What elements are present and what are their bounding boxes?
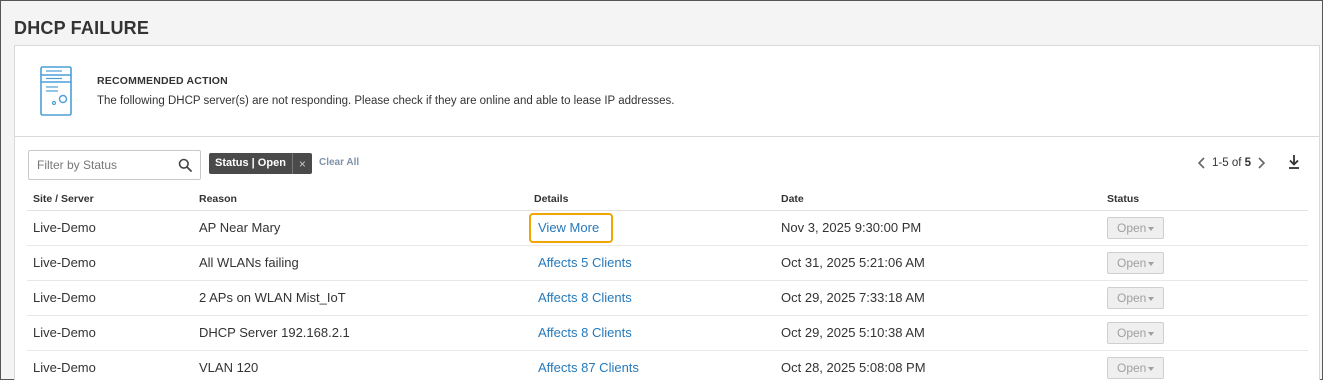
affected-clients-link[interactable]: Affects 87 Clients	[538, 360, 639, 375]
column-header-details[interactable]: Details	[534, 193, 568, 205]
caret-down-icon	[1148, 332, 1154, 336]
recommended-action-box: RECOMMENDED ACTION The following DHCP se…	[15, 46, 1319, 137]
status-filter-chip-label: Status | Open	[215, 157, 286, 169]
clear-all-link[interactable]: Clear All	[319, 157, 359, 168]
focus-highlight	[529, 213, 613, 243]
recommended-action-text: The following DHCP server(s) are not res…	[97, 95, 675, 107]
pagination-of: of	[1231, 157, 1242, 169]
table-row: Live-Demo VLAN 120 Affects 87 Clients Oc…	[27, 351, 1308, 380]
status-dropdown[interactable]: Open	[1107, 252, 1164, 274]
caret-down-icon	[1148, 297, 1154, 301]
status-dropdown[interactable]: Open	[1107, 217, 1164, 239]
status-dropdown-label: Open	[1117, 361, 1147, 375]
download-icon[interactable]	[1287, 154, 1301, 170]
column-header-site[interactable]: Site / Server	[33, 193, 94, 205]
status-dropdown-label: Open	[1117, 221, 1147, 235]
chevron-left-icon[interactable]	[1196, 156, 1208, 170]
pagination-text: 1-5 of 5	[1212, 157, 1251, 169]
table-row: Live-Demo DHCP Server 192.168.2.1 Affect…	[27, 316, 1308, 351]
server-icon	[40, 66, 72, 116]
table-row: Live-Demo 2 APs on WLAN Mist_IoT Affects…	[27, 281, 1308, 316]
cell-site: Live-Demo	[33, 325, 96, 340]
cell-site: Live-Demo	[33, 360, 96, 375]
pagination-total: 5	[1244, 157, 1252, 169]
search-icon[interactable]	[178, 158, 192, 172]
view-more-link[interactable]: View More	[529, 213, 613, 243]
caret-down-icon	[1148, 367, 1154, 371]
status-dropdown[interactable]: Open	[1107, 322, 1164, 344]
recommended-action-heading: RECOMMENDED ACTION	[97, 75, 228, 87]
cell-date: Oct 28, 2025 5:08:08 PM	[781, 360, 926, 375]
cell-site: Live-Demo	[33, 290, 96, 305]
column-header-reason[interactable]: Reason	[199, 193, 237, 205]
status-dropdown-label: Open	[1117, 256, 1147, 270]
main-panel: RECOMMENDED ACTION The following DHCP se…	[14, 45, 1320, 380]
cell-reason: All WLANs failing	[199, 255, 299, 270]
table-row: Live-Demo All WLANs failing Affects 5 Cl…	[27, 246, 1308, 281]
filter-by-status-field[interactable]	[28, 150, 201, 180]
cell-reason: AP Near Mary	[199, 220, 281, 235]
remove-filter-button[interactable]: ×	[291, 153, 312, 174]
status-dropdown[interactable]: Open	[1107, 287, 1164, 309]
cell-date: Oct 31, 2025 5:21:06 AM	[781, 255, 925, 270]
column-header-status[interactable]: Status	[1107, 193, 1139, 205]
cell-reason: 2 APs on WLAN Mist_IoT	[199, 290, 346, 305]
cell-date: Oct 29, 2025 7:33:18 AM	[781, 290, 925, 305]
cell-site: Live-Demo	[33, 220, 96, 235]
status-dropdown-label: Open	[1117, 326, 1147, 340]
table-row: Live-Demo AP Near Mary View More Nov 3, …	[27, 211, 1308, 246]
column-header-date[interactable]: Date	[781, 193, 804, 205]
page-title: DHCP FAILURE	[14, 18, 150, 38]
caret-down-icon	[1148, 227, 1154, 231]
status-filter-chip: Status | Open ×	[209, 153, 312, 174]
chevron-right-icon[interactable]	[1255, 156, 1267, 170]
affected-clients-link[interactable]: Affects 8 Clients	[538, 290, 632, 305]
app-frame: DHCP FAILURE RECOMMENDED ACTION The foll…	[0, 0, 1323, 380]
cell-reason: DHCP Server 192.168.2.1	[199, 325, 350, 340]
cell-date: Oct 29, 2025 5:10:38 AM	[781, 325, 925, 340]
pagination-range: 1-5	[1212, 157, 1229, 169]
status-dropdown[interactable]: Open	[1107, 357, 1164, 379]
cell-site: Live-Demo	[33, 255, 96, 270]
cell-date: Nov 3, 2025 9:30:00 PM	[781, 220, 922, 235]
affected-clients-link[interactable]: Affects 8 Clients	[538, 325, 632, 340]
caret-down-icon	[1148, 262, 1154, 266]
pagination: 1-5 of 5	[1196, 155, 1267, 171]
affected-clients-link[interactable]: Affects 5 Clients	[538, 255, 632, 270]
cell-reason: VLAN 120	[199, 360, 259, 375]
filter-by-status-input[interactable]	[29, 151, 169, 179]
status-dropdown-label: Open	[1117, 291, 1147, 305]
